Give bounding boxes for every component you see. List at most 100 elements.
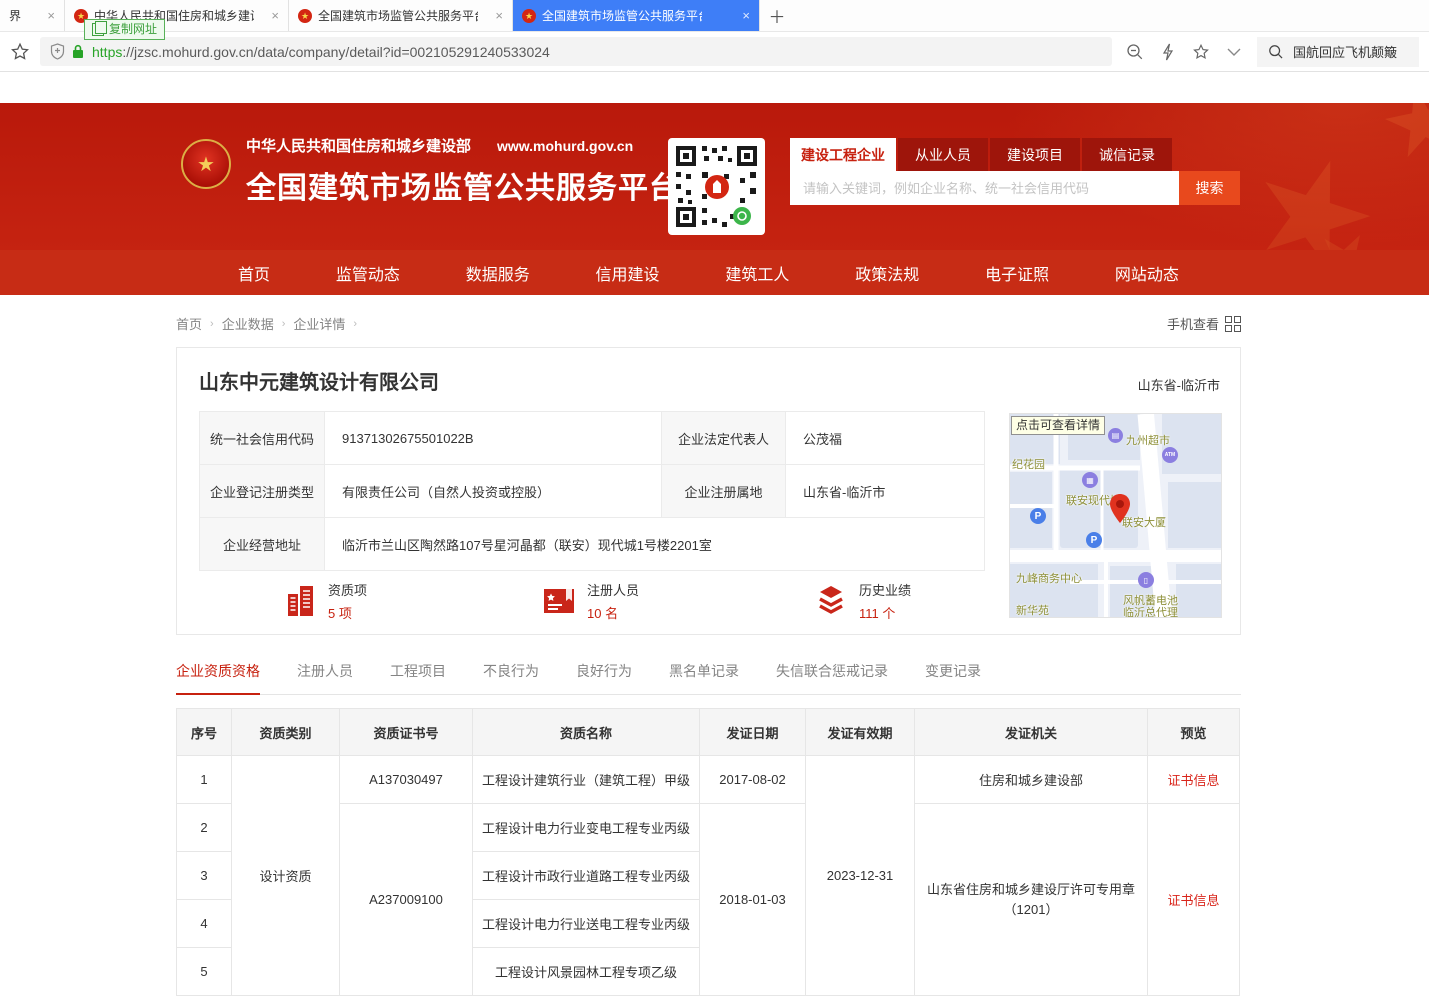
registration-type-value: 有限责任公司（自然人投资或控股）: [325, 465, 662, 518]
qualification-table: 序号 资质类别 资质证书号 资质名称 发证日期 发证有效期 发证机关 预览 1 …: [176, 708, 1240, 996]
stat-label: 资质项: [328, 580, 367, 599]
tab-close-icon[interactable]: ×: [495, 9, 503, 22]
tab-dishonesty-records[interactable]: 失信联合惩戒记录: [776, 661, 888, 694]
quick-search-box[interactable]: 国航回应飞机颠簸: [1257, 37, 1419, 67]
copy-url-tooltip: 复制网址: [84, 19, 165, 40]
mobile-view-label[interactable]: 手机查看: [1167, 314, 1219, 333]
tab-close-icon[interactable]: ×: [47, 9, 55, 22]
mobile-qr-icon[interactable]: [1225, 316, 1241, 332]
url-rest: ://jzsc.mohurd.gov.cn/data/company/detai…: [122, 44, 549, 60]
favorites-star-icon[interactable]: [1192, 43, 1210, 61]
qualification-name: 工程设计电力行业送电工程专业丙级: [473, 900, 700, 948]
zoom-out-icon[interactable]: [1126, 43, 1144, 61]
browser-tab-2[interactable]: ★ 全国建筑市场监管公共服务平台 ×: [289, 0, 513, 31]
tab-title: 界: [9, 7, 21, 24]
nav-item-site-news[interactable]: 网站动态: [1115, 261, 1179, 285]
breadcrumb-home[interactable]: 首页: [176, 314, 202, 333]
table-header-row: 序号 资质类别 资质证书号 资质名称 发证日期 发证有效期 发证机关 预览: [177, 709, 1240, 756]
cert-no: A237009100: [340, 804, 473, 996]
layers-icon: [814, 584, 848, 618]
col-header-validity: 发证有效期: [806, 709, 915, 756]
breadcrumb-company-detail[interactable]: 企业详情: [293, 314, 345, 333]
location-map[interactable]: 点击可查看详情 ▤ ATM ▦ P P ▯ 九州超市 纪花园 联安现代城 联安大…: [1009, 413, 1222, 618]
browser-tab-active[interactable]: ★ 全国建筑市场监管公共服务平台 ×: [513, 0, 760, 31]
map-pin-icon: [1109, 494, 1131, 529]
cert-no: A137030497: [340, 756, 473, 804]
search-tab-enterprise[interactable]: 建设工程企业: [790, 138, 896, 171]
certificate-info-link[interactable]: 证书信息: [1167, 893, 1219, 908]
stat-historical-projects: 历史业绩 111 个: [814, 580, 911, 622]
flag-star-decoration: [1240, 143, 1385, 250]
col-header-name: 资质名称: [473, 709, 700, 756]
tab-qualifications[interactable]: 企业资质资格: [176, 661, 260, 695]
tab-good-behavior[interactable]: 良好行为: [576, 661, 632, 694]
registration-region-value: 山东省-临沂市: [786, 465, 985, 518]
nav-item-policy[interactable]: 政策法规: [855, 261, 919, 285]
breadcrumb-company-data[interactable]: 企业数据: [222, 314, 274, 333]
map-tooltip: 点击可查看详情: [1011, 416, 1105, 435]
chevron-down-icon[interactable]: [1227, 48, 1241, 56]
company-summary-card: 山东中元建筑设计有限公司 山东省-临沂市 统一社会信用代码 9137130267…: [176, 347, 1241, 635]
nav-item-home[interactable]: 首页: [238, 261, 270, 285]
field-label: 企业法定代表人: [662, 412, 786, 465]
bookmark-star-icon[interactable]: [10, 42, 30, 62]
site-title: 全国建筑市场监管公共服务平台: [246, 163, 680, 207]
tab-registered-personnel[interactable]: 注册人员: [297, 661, 353, 694]
nav-item-credit[interactable]: 信用建设: [596, 261, 660, 285]
col-header-authority: 发证机关: [915, 709, 1148, 756]
parking-poi-icon: P: [1086, 532, 1102, 548]
validity-date: 2023-12-31: [806, 756, 915, 996]
url-field[interactable]: https://jzsc.mohurd.gov.cn/data/company/…: [40, 37, 1112, 66]
new-tab-button[interactable]: ＋: [760, 0, 794, 31]
qualification-category: 设计资质: [232, 756, 340, 996]
tab-blacklist[interactable]: 黑名单记录: [669, 661, 739, 694]
tab-projects[interactable]: 工程项目: [390, 661, 446, 694]
tab-close-icon[interactable]: ×: [742, 9, 750, 22]
row-no: 2: [177, 804, 232, 852]
tab-close-icon[interactable]: ×: [271, 9, 279, 22]
row-no: 5: [177, 948, 232, 996]
search-tab-credit[interactable]: 诚信记录: [1082, 138, 1172, 171]
tab-change-records[interactable]: 变更记录: [925, 661, 981, 694]
stat-registered-personnel: 注册人员 10 名: [542, 580, 639, 622]
shield-plus-icon[interactable]: [50, 43, 65, 60]
col-header-cert-no: 资质证书号: [340, 709, 473, 756]
col-header-no: 序号: [177, 709, 232, 756]
browser-chrome: 界 × ★ 中华人民共和国住房和城乡建设 × ★ 全国建筑市场监管公共服务平台 …: [0, 0, 1429, 72]
company-region: 山东省-临沂市: [1138, 375, 1220, 394]
field-label: 企业注册属地: [662, 465, 786, 518]
tab-title: 全国建筑市场监管公共服务平台: [318, 7, 478, 24]
qualification-name: 工程设计电力行业变电工程专业丙级: [473, 804, 700, 852]
browser-tab-0[interactable]: 界 ×: [0, 0, 65, 31]
header-search-module: 建设工程企业 从业人员 建设项目 诚信记录 搜索: [790, 138, 1240, 205]
address-bar-actions: [1126, 43, 1241, 61]
nav-item-data-service[interactable]: 数据服务: [466, 261, 530, 285]
header-qr-code: [668, 138, 765, 235]
keyword-search-input[interactable]: [790, 171, 1179, 205]
search-button[interactable]: 搜索: [1179, 171, 1240, 205]
row-no: 3: [177, 852, 232, 900]
site-titles: 中华人民共和国住房和城乡建设部 www.mohurd.gov.cn 全国建筑市场…: [246, 135, 680, 207]
national-emblem-logo: ★: [181, 139, 231, 189]
qr-code-pattern: [674, 144, 759, 229]
search-tab-personnel[interactable]: 从业人员: [898, 138, 988, 171]
url-text: https://jzsc.mohurd.gov.cn/data/company/…: [92, 44, 550, 60]
nav-item-e-license[interactable]: 电子证照: [985, 261, 1049, 285]
field-label: 统一社会信用代码: [200, 412, 325, 465]
detail-tabs: 企业资质资格 注册人员 工程项目 不良行为 良好行为 黑名单记录 失信联合惩戒记…: [176, 661, 1241, 695]
battery-poi-icon: ▯: [1138, 572, 1154, 588]
flag-star-decoration: [1378, 103, 1429, 167]
qualification-name: 工程设计建筑行业（建筑工程）甲级: [473, 756, 700, 804]
issuing-authority: 住房和城乡建设部: [915, 756, 1148, 804]
tab-bad-behavior[interactable]: 不良行为: [483, 661, 539, 694]
map-label-business-center: 九峰商务中心: [1016, 570, 1082, 586]
certificate-info-link[interactable]: 证书信息: [1167, 773, 1219, 788]
col-header-issue-date: 发证日期: [700, 709, 806, 756]
map-label-supermarket: 九州超市: [1126, 432, 1170, 448]
flash-mode-icon[interactable]: [1161, 43, 1175, 61]
nav-item-supervision[interactable]: 监管动态: [336, 261, 400, 285]
copy-icon: [92, 23, 104, 36]
company-name: 山东中元建筑设计有限公司: [199, 366, 439, 395]
search-tab-project[interactable]: 建设项目: [990, 138, 1080, 171]
nav-item-workers[interactable]: 建筑工人: [725, 261, 789, 285]
